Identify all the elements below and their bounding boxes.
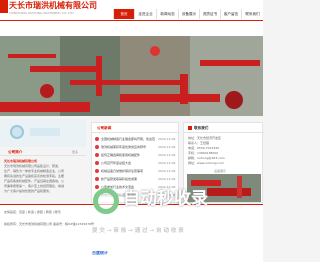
news-bullet-icon	[95, 153, 99, 157]
company-logo-subtitle: TIANCHANG RUIHONG MACHINERY CO.,LTD.	[9, 11, 75, 15]
company-intro-line: 生产、销售为一体的专业机械制造企业，公司	[4, 169, 65, 173]
hero-banner	[0, 36, 263, 116]
watermark-logo-icon	[93, 188, 119, 214]
contact-line: 联系人：王经理	[188, 141, 210, 145]
nav-contact[interactable]: 联系我们	[241, 9, 263, 19]
news-bullet-icon	[95, 161, 99, 165]
company-intro-line: 产品有各类机械配件，产品远销全国各地。公	[4, 179, 65, 183]
contact-line: 地址：天长市经济开发区	[188, 136, 222, 140]
news-date: 2024-12-06	[158, 177, 176, 181]
news-section-title: 公司新闻	[97, 126, 112, 130]
phone-icon	[188, 126, 192, 130]
news-date: 2024-12-06	[158, 137, 176, 141]
news-date: 2024-12-06	[158, 161, 176, 165]
watermark-title: 自动秒收录	[123, 189, 208, 209]
company-intro-line: 司秉承质量第一、客户至上的经营理念，竭诚	[4, 184, 65, 188]
contact-line: 手机：13800138000	[188, 151, 218, 155]
company-logo-text: 天长市瑞洪机械有限公司	[9, 1, 97, 10]
nav-home[interactable]: 首页	[113, 9, 134, 19]
company-intro-section: 公司简介 更多 天长市瑞洪机械有限公司 天长市瑞洪机械有限公司是集设计、研发、 …	[0, 119, 86, 203]
company-intro-more-link[interactable]: 更多	[72, 150, 78, 154]
news-date: 2024-12-06	[158, 169, 176, 173]
contact-line: 邮箱：ruihong@163.com	[188, 156, 225, 160]
intro-image	[0, 119, 86, 147]
contact-line: 网址：www.ruihong.com	[188, 161, 224, 165]
news-bullet-icon	[95, 145, 99, 149]
news-date: 2024-12-06	[158, 145, 176, 149]
news-bullet-icon	[95, 177, 99, 181]
news-bullet-icon	[95, 169, 99, 173]
header: 天长市瑞洪机械有限公司 TIANCHANG RUIHONG MACHINERY …	[0, 0, 263, 36]
news-item[interactable]: 全国机械制造行业展会即将开幕，欢迎莅临参观	[101, 137, 155, 141]
nav-news[interactable]: 新闻动态	[156, 9, 178, 19]
news-item[interactable]: 新产品研发取得阶段性成果	[101, 177, 155, 181]
equipment-caption: 设备展示	[214, 169, 227, 173]
news-item[interactable]: 瑞洪机械荣获年度优秀供应商称号	[101, 145, 155, 149]
nav-guestbook[interactable]: 客户留言	[220, 9, 241, 19]
company-intro-line: 为广大客户提供优质的产品和服务。	[4, 189, 53, 193]
contact-title: 联系我们	[194, 126, 209, 130]
news-item[interactable]: 如何正确选择和使用机械配件	[101, 153, 155, 157]
company-intro-line: 天长市瑞洪机械有限公司是集设计、研发、	[4, 164, 62, 168]
news-item[interactable]: 机械设备日常维护保养注意事项	[101, 169, 155, 173]
watermark-overlay: 自动秒收录	[93, 182, 263, 222]
company-intro-line: 拥有先进的生产设备和完善的检测手段。主要	[4, 174, 65, 178]
baidu-stats-badge[interactable]: 百度统计	[92, 251, 108, 255]
header-divider	[0, 20, 263, 21]
news-date: 2024-12-06	[158, 153, 176, 157]
company-name: 天长市瑞洪机械有限公司	[4, 159, 38, 163]
nav-certificates[interactable]: 资质证书	[199, 9, 220, 19]
watermark-subtitle: 提 交 → 审 核 → 通 过 → 自 动 收 录	[92, 228, 184, 234]
nav-about[interactable]: 走进企业	[134, 9, 156, 19]
logo-icon	[0, 0, 8, 13]
nav-equipment[interactable]: 设备展示	[178, 9, 199, 19]
contact-line: 电话：0550-7012345	[188, 146, 220, 150]
news-bullet-icon	[95, 137, 99, 141]
news-item[interactable]: 公司召开年度总结大会	[101, 161, 155, 165]
